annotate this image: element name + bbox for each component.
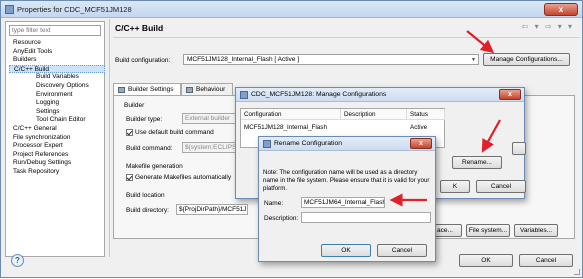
use-default-cmd-checkbox[interactable] [126,129,133,136]
rename-configuration-dialog: Rename Configuration x Note: The configu… [258,136,436,262]
help-icon[interactable]: ? [11,254,24,267]
tab-label: Behaviour [196,86,226,93]
close-icon[interactable]: x [410,138,432,149]
tree-item[interactable]: Builders [9,56,105,65]
file-system-button[interactable]: File system... [466,224,510,237]
resize-grip[interactable] [574,269,580,275]
build-config-select[interactable]: MCF51JM128_Internal_Flash [ Active ] ▼ [183,54,479,65]
build-command-label: Build command: [126,145,173,152]
app-icon [5,5,14,14]
variables-button[interactable]: Variables... [514,224,558,237]
manage-dialog-title: CDC_MCF51JM128: Manage Configurations [251,91,387,98]
tree-item[interactable]: Logging [9,99,105,108]
tab-label: Builder Settings [128,86,174,93]
manage-configurations-button[interactable]: Manage Configurations... [483,53,570,66]
tab-behaviour[interactable]: Behaviour [181,83,233,95]
tree-item[interactable]: File synchronization [9,134,105,143]
config-name-cell[interactable]: MCF51JM128_Internal_Flash [241,122,341,133]
column-header[interactable]: Description [341,109,407,120]
column-header[interactable]: Status [407,109,445,120]
window-title: Properties for CDC_MCF51JM128 [17,5,132,14]
properties-nav-panel: ResourceAnyEdit ToolsBuildersC/C++ Build… [5,21,105,257]
title-bar[interactable]: Properties for CDC_MCF51JM128 x [1,1,582,18]
tree-item[interactable]: Run/Debug Settings [9,159,105,168]
properties-window: Properties for CDC_MCF51JM128 x Resource… [0,0,583,278]
build-config-label: Build configuration: [115,57,171,64]
behaviour-icon [186,87,193,93]
build-location-group-title: Build location [126,192,165,199]
chevron-down-icon: ▼ [471,57,476,63]
rename-dialog-title-bar[interactable]: Rename Configuration x [259,137,435,151]
manage-dialog-title-bar[interactable]: CDC_MCF51JM128: Manage Configurations x [236,88,524,102]
rename-note: Note: The configuration name will be use… [263,169,430,192]
builder-group-title: Builder [124,102,145,109]
cancel-button[interactable]: Cancel [519,254,573,267]
tree-item[interactable]: Tool Chain Editor [9,116,105,125]
build-dir-label: Build directory: [126,207,169,214]
builder-type-label: Builder type: [126,116,163,123]
tree-item[interactable]: Processor Expert [9,142,105,151]
title-divider [113,37,580,38]
filter-input[interactable] [9,25,101,36]
history-nav-icons[interactable]: ⇦ ▾ ⇨ ▾ ▾ [522,22,574,31]
builder-icon [118,87,125,93]
tree-item[interactable]: Settings [9,108,105,117]
manage-ok-button[interactable]: K [440,180,470,193]
property-tree: Resource AnyEdit Tools Builders C/C++ Build… [9,39,105,177]
rename-ok-button[interactable]: OK [321,244,371,257]
ok-button[interactable]: OK [459,254,513,267]
dialog-icon [240,91,248,99]
manage-cancel-button[interactable]: Cancel [476,180,526,193]
rename-button[interactable]: Rename... [452,156,502,169]
rename-dialog-title: Rename Configuration [274,140,343,147]
description-label: Description: [264,215,299,222]
tree-item[interactable]: AnyEdit Tools [9,48,105,57]
tree-item[interactable]: Environment [9,91,105,100]
rename-cancel-button[interactable]: Cancel [377,244,427,257]
tree-item[interactable]: Project References [9,151,105,160]
use-default-cmd-label: Use default build command [135,129,214,137]
generate-makefiles-row[interactable]: Generate Makefiles automatically [126,174,231,181]
config-name-input[interactable]: MCF51JM64_Internal_Flash [301,197,385,208]
tree-item[interactable]: Resource [9,39,105,48]
tree-item[interactable]: Discovery Options [9,82,105,91]
page-title: C/C++ Build [115,23,164,33]
name-label: Name: [264,200,284,207]
makefile-group-title: Makefile generation [126,163,183,170]
tree-item[interactable]: Task Repository [9,168,105,177]
close-icon[interactable]: x [499,89,521,100]
window-close-button[interactable]: x [544,3,578,16]
config-description-input[interactable] [301,212,431,223]
tree-item[interactable]: C/C++ Build [9,64,105,74]
use-default-cmd-checkbox-row[interactable]: Use default build command [126,129,214,136]
generate-makefiles-label: Generate Makefiles automatically [135,174,232,182]
build-dir-field[interactable]: ${ProjDirPath}/MCF51JM [176,204,248,215]
config-status-cell: Active [410,124,428,131]
panel-splitter[interactable] [109,19,110,257]
tree-item[interactable]: Build Variables [9,73,105,82]
dialog-icon [263,140,271,148]
build-config-value: MCF51JM128_Internal_Flash [ Active ] [187,56,299,63]
tree-item[interactable]: C/C++ General [9,125,105,134]
variables-partial-button[interactable] [512,142,526,155]
column-header[interactable]: Configuration [241,109,341,120]
generate-makefiles-checkbox[interactable] [126,174,133,181]
